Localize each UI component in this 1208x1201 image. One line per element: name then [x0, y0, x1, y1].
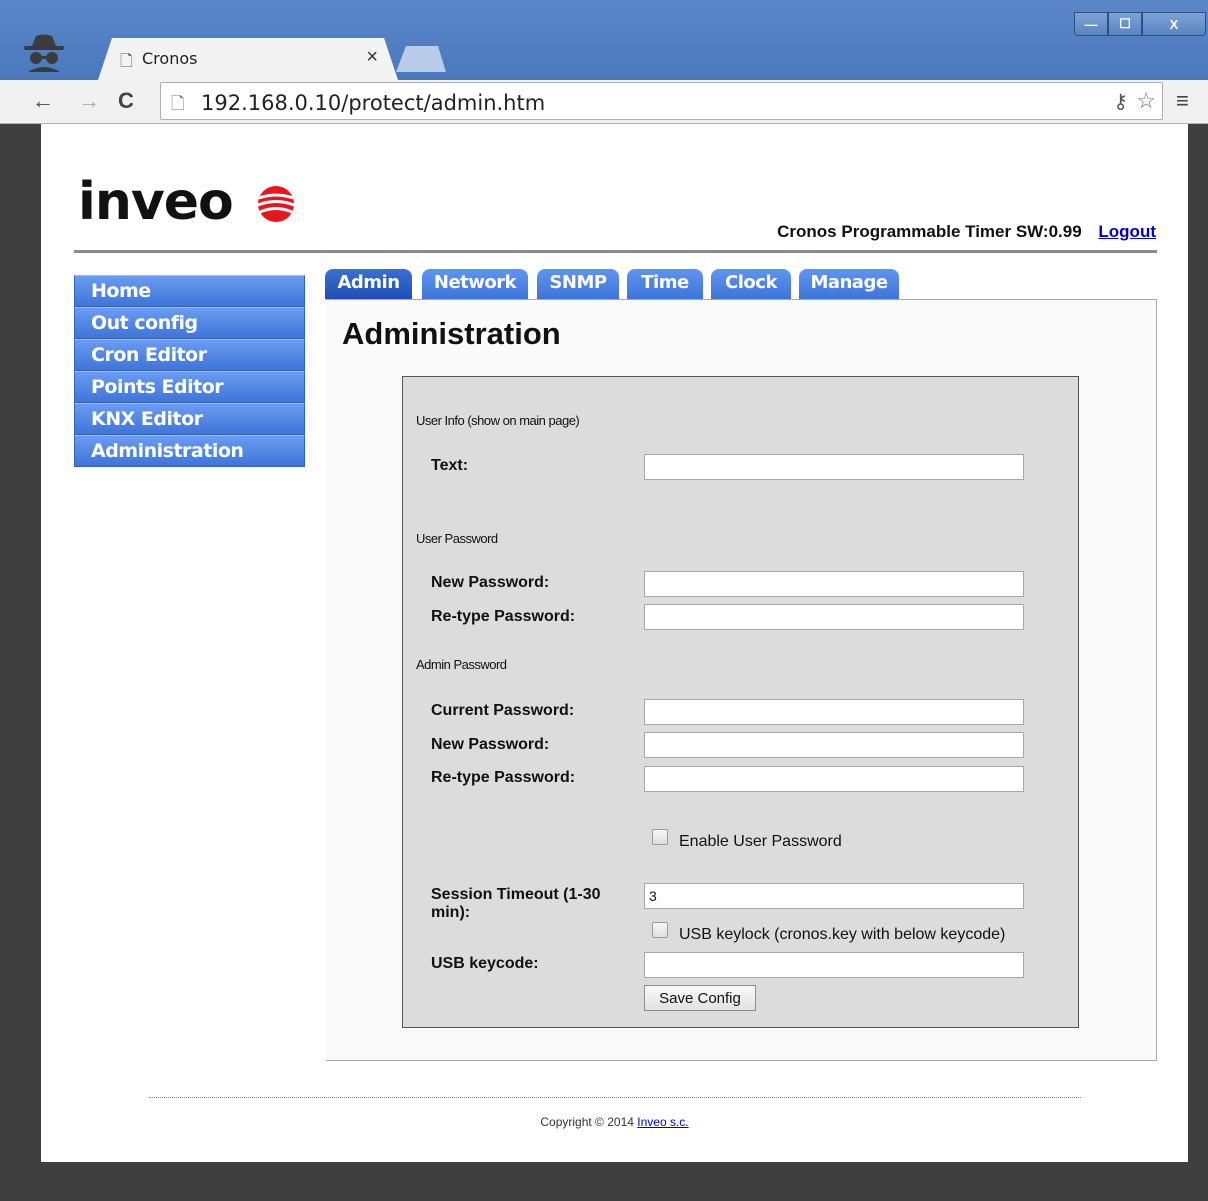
user-retype-password-label: Re-type Password: [431, 608, 576, 625]
tab-snmp[interactable]: SNMP [537, 269, 619, 299]
menu-icon[interactable]: ≡ [1176, 88, 1189, 114]
sidebar-item-home[interactable]: Home [74, 275, 305, 307]
usb-keylock-checkbox[interactable] [652, 922, 668, 938]
enable-user-password-checkbox[interactable] [652, 829, 668, 845]
tab-network[interactable]: Network [422, 269, 528, 299]
new-tab-button[interactable] [396, 46, 446, 72]
logo-text: inveo [78, 172, 234, 232]
admin-new-password-label: New Password: [431, 736, 550, 753]
sidebar-item-administration[interactable]: Administration [74, 435, 305, 467]
address-bar[interactable]: 🗋 192.168.0.10/protect/admin.htm ⚷ ☆ [160, 82, 1163, 120]
sidebar-item-points-editor[interactable]: Points Editor [74, 371, 305, 403]
section-user-info: User Info (show on main page) [416, 413, 580, 428]
copyright-text: Copyright © 2014 [540, 1115, 634, 1129]
text-input[interactable] [644, 454, 1024, 480]
key-icon[interactable]: ⚷ [1113, 89, 1128, 114]
close-window-button[interactable]: X [1142, 12, 1206, 36]
sidebar-item-knx-editor[interactable]: KNX Editor [74, 403, 305, 435]
user-new-password-label: New Password: [431, 574, 550, 591]
usb-keycode-label: USB keycode: [431, 955, 539, 972]
sidebar-menu: Home Out config Cron Editor Points Edito… [74, 275, 305, 467]
usb-keylock-label: USB keylock (cronos.key with below keyco… [679, 926, 1006, 943]
text-label: Text: [431, 457, 469, 474]
tab-title: Cronos [142, 49, 198, 68]
usb-keycode-input[interactable] [644, 952, 1024, 978]
section-admin-password: Admin Password [416, 657, 507, 672]
tab-admin[interactable]: Admin [325, 269, 412, 299]
header-divider [74, 250, 1157, 253]
browser-tab-active[interactable]: 🗋 Cronos × [98, 38, 398, 80]
tab-time[interactable]: Time [627, 269, 703, 299]
user-retype-password-field[interactable] [644, 604, 1024, 630]
page-icon: 🗋 [171, 94, 185, 113]
tab-clock[interactable]: Clock [711, 269, 791, 299]
section-user-password: User Password [416, 531, 498, 546]
browser-toolbar: ← → C 🗋 192.168.0.10/protect/admin.htm ⚷… [0, 80, 1208, 124]
current-password-field[interactable] [644, 699, 1024, 725]
session-timeout-input[interactable] [644, 883, 1024, 909]
footer-divider [149, 1097, 1081, 1098]
admin-new-password-field[interactable] [644, 732, 1024, 758]
sidebar-item-out-config[interactable]: Out config [74, 307, 305, 339]
url-text[interactable]: 192.168.0.10/protect/admin.htm [201, 91, 545, 115]
content-panel: Administration User Info (show on main p… [326, 299, 1157, 1061]
current-password-label: Current Password: [431, 702, 575, 719]
enable-user-password-label: Enable User Password [679, 833, 842, 850]
footer: Copyright © 2014 Inveo s.c. [41, 1115, 1188, 1129]
web-page: inveo Cronos Programmable Timer SW:0.99 … [41, 124, 1188, 1162]
save-config-button[interactable]: Save Config [644, 985, 756, 1011]
header-info: Cronos Programmable Timer SW:0.99 Logout [777, 222, 1156, 242]
window-controls: — ☐ X [1074, 12, 1208, 36]
reload-icon[interactable]: C [118, 88, 134, 114]
session-timeout-label: Session Timeout (1-30 min): [431, 886, 601, 921]
page-title: Administration [342, 316, 561, 351]
logout-link[interactable]: Logout [1098, 222, 1156, 241]
forward-arrow-icon[interactable]: → [78, 88, 100, 114]
admin-retype-password-field[interactable] [644, 766, 1024, 792]
minimize-button[interactable]: — [1074, 12, 1108, 36]
back-arrow-icon[interactable]: ← [32, 88, 54, 114]
logo-mark-icon [257, 186, 295, 222]
tab-close-icon[interactable]: × [366, 46, 378, 69]
footer-company-link[interactable]: Inveo s.c. [637, 1115, 688, 1129]
admin-form: User Info (show on main page) Text: User… [402, 376, 1079, 1028]
user-new-password-field[interactable] [644, 571, 1024, 597]
sidebar-item-cron-editor[interactable]: Cron Editor [74, 339, 305, 371]
browser-titlebar: 🗋 Cronos × — ☐ X [0, 0, 1208, 80]
page-icon: 🗋 [120, 53, 133, 70]
admin-retype-password-label: Re-type Password: [431, 769, 576, 786]
tab-manage[interactable]: Manage [799, 269, 899, 299]
incognito-icon [22, 32, 66, 72]
maximize-button[interactable]: ☐ [1108, 12, 1142, 36]
device-info-text: Cronos Programmable Timer SW:0.99 [777, 222, 1082, 241]
bookmark-star-icon[interactable]: ☆ [1136, 88, 1156, 114]
